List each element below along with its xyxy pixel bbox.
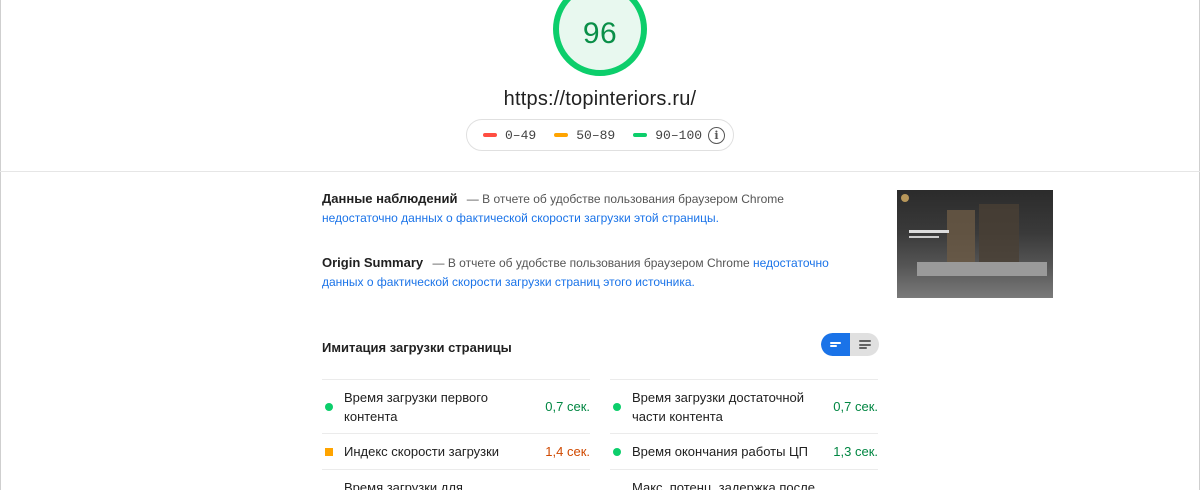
metric-name: Время загрузки для — [344, 480, 463, 490]
thumbnail-cabinet — [979, 204, 1019, 270]
site-logo-icon — [901, 194, 909, 202]
legend-average: 50–89 — [554, 128, 615, 143]
metrics-column-right: Время загрузки достаточной части контент… — [610, 379, 878, 490]
status-pass-icon — [613, 447, 621, 456]
performance-score: 96 — [582, 17, 618, 50]
origin-summary-section: Origin Summary — В отчете об удобстве по… — [322, 253, 842, 292]
legend-pass: 90–100 — [633, 128, 702, 143]
metric-fmp: Время загрузки достаточной части контент… — [610, 379, 878, 433]
legend-pass-marker — [633, 133, 648, 137]
metric-name: Время загрузки первого контента — [344, 389, 488, 424]
field-data-title: Данные наблюдений — [322, 191, 458, 206]
origin-summary-text: — В отчете об удобстве пользования брауз… — [432, 256, 750, 270]
metric-value: 1,3 сек. — [833, 444, 878, 459]
legend-pass-label: 90–100 — [655, 127, 703, 143]
metric-speed-index: Индекс скорости загрузки 1,4 сек. — [322, 433, 590, 469]
legend-fail: 0–49 — [483, 128, 536, 143]
legend-fail-label: 0–49 — [505, 127, 537, 143]
report-url: https://topinteriors.ru/ — [503, 88, 697, 110]
compact-view-icon — [830, 340, 841, 349]
status-pass-icon — [325, 402, 333, 411]
origin-summary-title: Origin Summary — [322, 255, 424, 270]
metric-value: 1,4 сек. — [545, 444, 590, 459]
view-expanded-button[interactable] — [850, 333, 879, 356]
metric-name: Время окончания работы ЦП — [632, 444, 809, 459]
field-data-text: — В отчете об удобстве пользования брауз… — [466, 192, 784, 206]
metric-name: Индекс скорости загрузки — [344, 444, 500, 459]
metric-cpu-idle: Время окончания работы ЦП 1,3 сек. — [610, 433, 878, 469]
field-data-link[interactable]: недостаточно данных о фактической скорос… — [322, 211, 719, 225]
thumbnail-caption-line — [909, 230, 949, 233]
legend-average-label: 50–89 — [576, 127, 616, 143]
status-pass-icon — [613, 402, 621, 411]
score-legend: 0–49 50–89 90–100 i — [466, 119, 734, 151]
view-compact-button[interactable] — [821, 333, 850, 356]
legend-fail-marker — [483, 133, 497, 137]
status-average-icon — [325, 447, 333, 456]
info-icon[interactable]: i — [708, 127, 725, 144]
header-divider — [0, 171, 1200, 172]
metric-value: 0,7 сек. — [545, 399, 590, 414]
expanded-view-icon — [858, 339, 871, 351]
metrics-column-left: Время загрузки первого контента 0,7 сек.… — [322, 379, 590, 490]
lab-data-title: Имитация загрузки страницы — [322, 340, 512, 355]
metric-max-fid: Макс. потенц. задержка после — [610, 469, 878, 490]
metric-name: Макс. потенц. задержка после — [632, 480, 815, 490]
thumbnail-cabinet — [947, 210, 975, 270]
field-data-section: Данные наблюдений — В отчете об удобстве… — [322, 189, 842, 228]
metric-name: Время загрузки достаточной части контент… — [632, 389, 805, 424]
thumbnail-counter — [917, 262, 1047, 276]
metrics-view-toggle[interactable] — [821, 333, 879, 356]
metric-fcp: Время загрузки первого контента 0,7 сек. — [322, 379, 590, 433]
page-screenshot-thumbnail — [897, 190, 1053, 298]
thumbnail-caption-line — [909, 236, 939, 238]
metric-value: 0,7 сек. — [833, 399, 878, 414]
legend-average-marker — [554, 133, 569, 137]
metric-tti: Время загрузки для — [322, 469, 590, 490]
